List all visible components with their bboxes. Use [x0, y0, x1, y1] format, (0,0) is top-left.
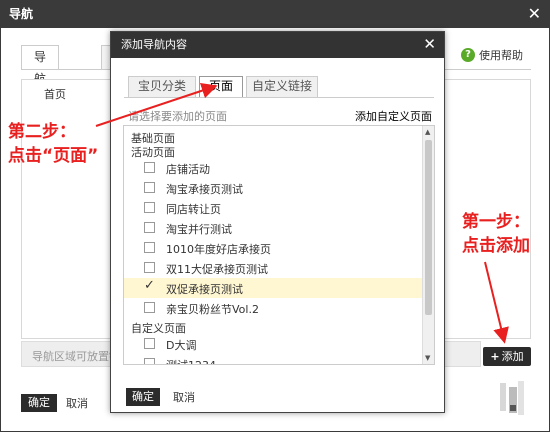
list-item[interactable]: 测试1234 — [124, 354, 422, 364]
close-icon[interactable]: ✕ — [423, 35, 436, 53]
tab-divider — [124, 97, 434, 98]
list-item-label: 淘宝承接页测试 — [166, 183, 243, 196]
tab-item-categories[interactable]: 宝贝分类 — [128, 76, 196, 97]
nav-item-homepage[interactable]: 首页 — [44, 86, 66, 102]
watermark-logo — [500, 381, 524, 415]
confirm-button[interactable]: 确定 — [21, 394, 57, 412]
list-item[interactable]: D大调 — [124, 334, 422, 354]
close-icon[interactable]: ✕ — [528, 5, 541, 23]
checkbox[interactable] — [144, 302, 155, 313]
list-item[interactable]: 1010年度好店承接页 — [124, 238, 422, 258]
plus-icon: + — [490, 350, 500, 363]
checkbox[interactable] — [144, 262, 155, 273]
tab-navigation-settings[interactable]: 导航设置 — [21, 45, 60, 130]
annotation-step-one-line1: 第一步： — [462, 212, 530, 232]
cancel-button[interactable]: 取消 — [173, 389, 195, 405]
annotation-step-one: 第一步： 点击添加 — [462, 210, 530, 258]
tab-custom-links[interactable]: 自定义链接 — [246, 76, 318, 97]
list-item[interactable]: 同店转让页 — [124, 198, 422, 218]
help-icon[interactable]: ? — [461, 48, 475, 62]
checkbox[interactable] — [144, 182, 155, 193]
list-item-label: 双促承接页测试 — [166, 283, 243, 296]
annotation-step-two: 第二步： 点击“页面” — [8, 120, 98, 168]
checkbox[interactable] — [144, 222, 155, 233]
help-link[interactable]: 使用帮助 — [479, 47, 523, 63]
list-item[interactable]: 淘宝承接页测试 — [124, 178, 422, 198]
scroll-up-icon[interactable]: ▲ — [425, 128, 430, 136]
list-item-label: 双11大促承接页测试 — [166, 263, 268, 276]
add-navigation-content-dialog: 添加导航内容 ✕ 宝贝分类 页面 自定义链接 请选择要添加的页面 添加自定义页面… — [110, 31, 445, 413]
annotation-step-two-line2: 点击“页面” — [8, 146, 99, 166]
select-page-hint: 请选择要添加的页面 — [128, 110, 227, 123]
list-item[interactable]: 双11大促承接页测试 — [124, 258, 422, 278]
list-item-label: 淘宝并行测试 — [166, 223, 232, 236]
list-item[interactable]: 淘宝并行测试 — [124, 218, 422, 238]
confirm-button[interactable]: 确定 — [126, 388, 160, 406]
list-item-selected[interactable]: ✓ 双促承接页测试 — [124, 278, 422, 298]
add-button[interactable]: + 添加 — [483, 347, 531, 366]
page-list: 基础页面 活动页面 店铺活动 淘宝承接页测试 同店转让页 淘宝并行测试 1010… — [123, 125, 435, 365]
checkmark-icon[interactable]: ✓ — [144, 278, 155, 293]
checkbox[interactable] — [144, 338, 155, 349]
add-button-label: 添加 — [501, 350, 524, 363]
list-item-label: 测试1234 — [166, 357, 216, 364]
tab-pages[interactable]: 页面 — [199, 76, 243, 98]
checkbox[interactable] — [144, 242, 155, 253]
list-item-label: 亲宝贝粉丝节Vol.2 — [166, 303, 259, 316]
list-item-label: 同店转让页 — [166, 203, 221, 216]
list-item-label: D大调 — [166, 339, 197, 352]
list-item-label: 1010年度好店承接页 — [166, 243, 271, 256]
list-scrollbar[interactable]: ▲ ▼ — [422, 126, 434, 364]
list-item[interactable]: 店铺活动 — [124, 158, 422, 178]
add-custom-page-link[interactable]: 添加自定义页面 — [355, 108, 432, 124]
cancel-button[interactable]: 取消 — [66, 395, 88, 411]
checkbox[interactable] — [144, 358, 155, 364]
annotation-step-two-line1: 第二步： — [8, 122, 76, 142]
scroll-down-icon[interactable]: ▼ — [425, 354, 430, 362]
checkbox[interactable] — [144, 202, 155, 213]
list-item[interactable]: 亲宝贝粉丝节Vol.2 — [124, 298, 422, 318]
navigation-dialog-title: 导航 — [1, 1, 549, 28]
list-item-label: 店铺活动 — [166, 163, 210, 176]
scroll-thumb[interactable] — [425, 140, 432, 315]
add-content-dialog-title: 添加导航内容 — [111, 32, 444, 58]
checkbox[interactable] — [144, 162, 155, 173]
annotation-step-one-line2: 点击添加 — [462, 236, 530, 256]
